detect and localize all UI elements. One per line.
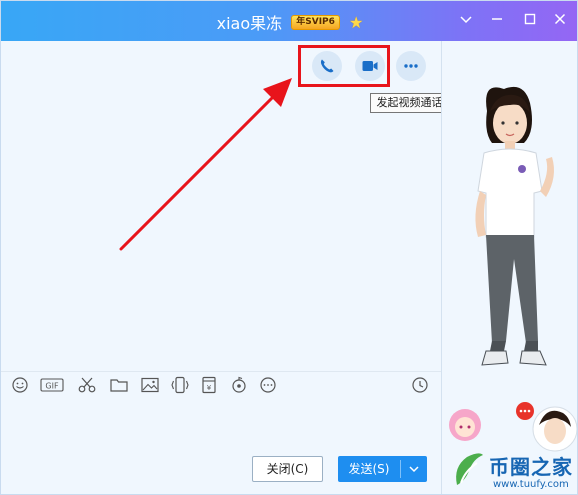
minimize-icon[interactable] (488, 12, 506, 30)
image-icon[interactable] (140, 376, 160, 394)
video-call-tooltip: 发起视频通话 (370, 93, 449, 113)
watermark-logo-icon (456, 453, 483, 485)
svg-text:GIF: GIF (45, 382, 59, 391)
folder-icon[interactable] (109, 376, 129, 394)
close-icon[interactable] (551, 12, 569, 30)
watermark-url: www.tuufy.com (493, 479, 569, 490)
history-clock-icon[interactable] (410, 376, 430, 394)
message-area[interactable] (1, 41, 441, 371)
maximize-icon[interactable] (521, 12, 539, 30)
more-options-button[interactable] (396, 51, 426, 81)
shake-icon[interactable] (170, 376, 190, 394)
emoji-icon[interactable] (10, 376, 30, 394)
gif-icon[interactable]: GIF (40, 376, 64, 394)
red-packet-icon[interactable]: ¥ (199, 376, 219, 394)
music-icon[interactable] (229, 376, 249, 394)
watermark-text: 币圈之家 (489, 455, 573, 479)
send-button[interactable]: 发送(S) (338, 456, 427, 482)
vip-badge[interactable]: 年SVIP6 (291, 14, 340, 30)
close-button[interactable]: 关闭(C) (252, 456, 323, 482)
send-button-label[interactable]: 发送(S) (338, 456, 400, 482)
chat-window: xiao果冻 年SVIP6 ★ 发起视频通话 GIF ¥ 关闭(C) 发送(S)… (0, 0, 578, 495)
send-separator (400, 460, 401, 478)
message-input[interactable] (1, 399, 441, 449)
watermark: 币圈之家 www.tuufy.com (441, 441, 577, 494)
screenshot-scissors-icon[interactable] (77, 376, 97, 394)
svg-text:¥: ¥ (207, 384, 212, 392)
chevron-down-icon[interactable] (457, 12, 475, 30)
send-options-chevron-icon[interactable] (404, 456, 424, 491)
star-icon[interactable]: ★ (349, 13, 363, 32)
highlight-box (298, 45, 390, 87)
toolbar-divider (1, 371, 441, 372)
more-tools-icon[interactable] (258, 376, 278, 394)
title-bar[interactable]: xiao果冻 年SVIP6 ★ (1, 1, 577, 41)
contact-name[interactable]: xiao果冻 (217, 14, 283, 33)
